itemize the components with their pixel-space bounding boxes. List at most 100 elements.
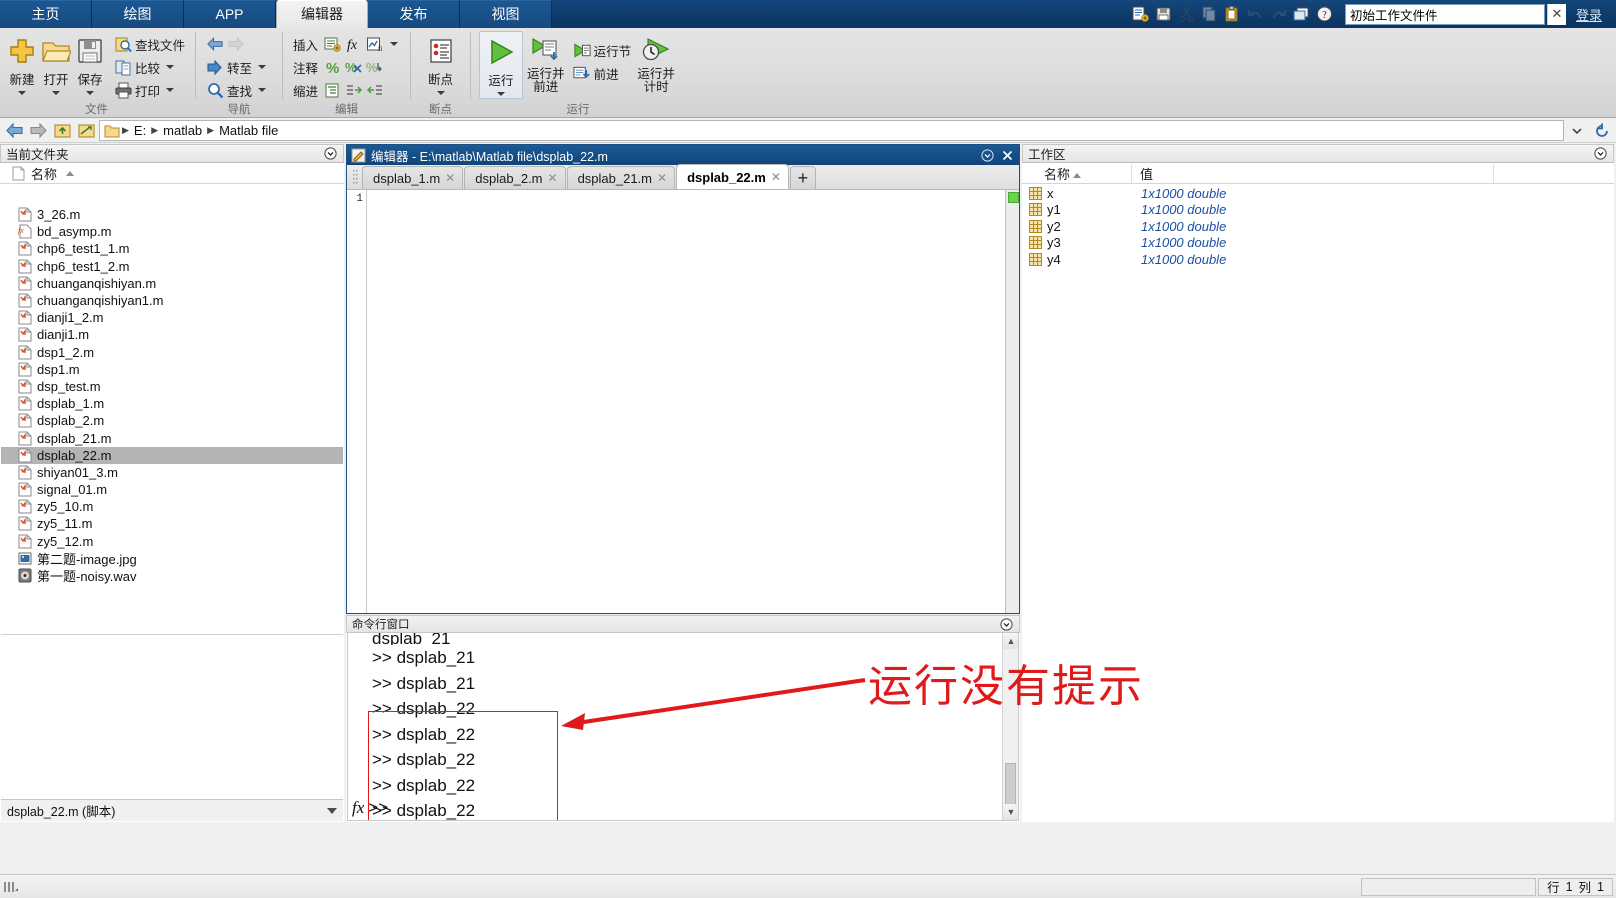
chevron-down-icon[interactable] bbox=[436, 91, 445, 95]
uncomment-icon[interactable]: % bbox=[345, 58, 363, 76]
chevron-down-icon[interactable] bbox=[1566, 121, 1588, 141]
up-folder-icon[interactable] bbox=[51, 121, 73, 141]
chevron-down-icon[interactable] bbox=[166, 65, 175, 69]
ribbon-tab-plot[interactable]: 绘图 bbox=[92, 0, 184, 28]
help-icon[interactable]: ? bbox=[1315, 5, 1335, 24]
chevron-down-icon[interactable] bbox=[258, 88, 267, 92]
table-row[interactable]: x 1x1000 double bbox=[1023, 185, 1613, 202]
insert-section-icon[interactable] bbox=[324, 35, 342, 53]
list-item[interactable]: chuanganqishiyan1.m bbox=[1, 292, 343, 309]
new-button[interactable]: 新建 bbox=[6, 31, 38, 95]
ribbon-tab-home[interactable]: 主页 bbox=[0, 0, 92, 28]
editor-tab-dsplab-21[interactable]: dsplab_21.m ✕ bbox=[566, 166, 676, 189]
resize-grip-icon[interactable] bbox=[0, 877, 22, 897]
save-button[interactable]: 保存 bbox=[74, 31, 106, 95]
ribbon-tab-view[interactable]: 视图 bbox=[460, 0, 552, 28]
editor-tab-dsplab-1[interactable]: dsplab_1.m ✕ bbox=[362, 166, 464, 189]
workspace-variable-list[interactable]: x 1x1000 double y1 1x1000 double y2 1x10… bbox=[1023, 185, 1613, 821]
login-link[interactable]: 登录 bbox=[1568, 5, 1610, 24]
comment-percent-icon[interactable]: % bbox=[324, 58, 342, 76]
tab-strip-grip[interactable] bbox=[352, 168, 359, 187]
close-icon[interactable] bbox=[1000, 148, 1015, 163]
editor-tab-dsplab-22[interactable]: dsplab_22.m ✕ bbox=[676, 164, 789, 189]
ribbon-tab-editor[interactable]: 编辑器 bbox=[276, 0, 368, 28]
close-icon[interactable]: ✕ bbox=[445, 171, 455, 185]
command-window-body[interactable]: dsplab_21 >> dsplab_21 >> dsplab_21 >> d… bbox=[347, 633, 1019, 821]
refresh-icon[interactable] bbox=[1591, 121, 1613, 141]
run-and-advance-button[interactable]: 运行并 前进 bbox=[525, 31, 567, 94]
list-item[interactable]: dsplab_2.m bbox=[1, 412, 343, 429]
find-button[interactable]: 查找 bbox=[204, 79, 268, 101]
list-item[interactable]: dsp1_2.m bbox=[1, 344, 343, 361]
chevron-down-icon[interactable] bbox=[52, 91, 60, 95]
list-item[interactable]: dsp1.m bbox=[1, 361, 343, 378]
code-health-indicator[interactable] bbox=[1008, 192, 1019, 203]
workspace-column-value[interactable]: 值 bbox=[1132, 163, 1494, 183]
panel-menu-icon[interactable] bbox=[980, 148, 995, 163]
compare-button[interactable]: 比较 bbox=[112, 56, 187, 78]
run-button[interactable]: 运行 bbox=[479, 31, 523, 99]
browse-folder-icon[interactable] bbox=[75, 121, 97, 141]
close-icon[interactable]: ✕ bbox=[657, 171, 667, 185]
chevron-down-icon[interactable] bbox=[86, 91, 94, 95]
list-item[interactable]: dianji1_2.m bbox=[1, 309, 343, 326]
indent-right-icon[interactable] bbox=[345, 81, 363, 99]
breadcrumb-matlab-file[interactable]: Matlab file bbox=[216, 123, 281, 138]
new-tab-button[interactable]: + bbox=[789, 166, 816, 189]
table-row[interactable]: y3 1x1000 double bbox=[1023, 235, 1613, 252]
list-item[interactable]: dsplab_1.m bbox=[1, 395, 343, 412]
close-icon[interactable]: ✕ bbox=[548, 171, 558, 185]
list-item[interactable]: 3_26.m bbox=[1, 206, 343, 223]
print-button[interactable]: 打印 bbox=[112, 79, 187, 101]
comment-row[interactable]: 注释 % % % bbox=[291, 56, 400, 78]
advance-button[interactable]: 前进 bbox=[571, 62, 634, 84]
indent-row[interactable]: 缩进 bbox=[291, 79, 400, 101]
panel-menu-icon[interactable] bbox=[1593, 146, 1608, 161]
forward-icon[interactable] bbox=[27, 121, 49, 141]
list-item[interactable]: 第二题-image.jpg bbox=[1, 550, 343, 567]
table-row[interactable]: y4 1x1000 double bbox=[1023, 251, 1613, 268]
list-item[interactable]: signal_01.m bbox=[1, 481, 343, 498]
ribbon-tab-app[interactable]: APP bbox=[184, 0, 276, 28]
table-row[interactable]: y1 1x1000 double bbox=[1023, 202, 1613, 219]
panel-menu-icon[interactable] bbox=[323, 146, 338, 161]
goto-button[interactable]: 转至 bbox=[204, 56, 268, 78]
scroll-up-icon[interactable]: ▲ bbox=[1003, 633, 1018, 649]
run-section-button[interactable]: 运行节 bbox=[571, 39, 634, 61]
new-script-icon[interactable] bbox=[1131, 5, 1151, 24]
editor-minimap[interactable] bbox=[1005, 190, 1019, 613]
close-icon[interactable]: ✕ bbox=[771, 170, 781, 184]
list-item[interactable]: chp6_test1_2.m bbox=[1, 258, 343, 275]
list-item[interactable]: fx bd_asymp.m bbox=[1, 223, 343, 240]
back-arrow-icon[interactable] bbox=[206, 35, 224, 53]
chevron-down-icon[interactable] bbox=[258, 65, 267, 69]
breadcrumb-drive[interactable]: E: bbox=[131, 123, 149, 138]
list-item[interactable]: dsp_test.m bbox=[1, 378, 343, 395]
paste-icon[interactable] bbox=[1223, 5, 1243, 24]
breadcrumb-matlab[interactable]: matlab bbox=[160, 123, 205, 138]
table-row[interactable]: y2 1x1000 double bbox=[1023, 218, 1613, 235]
run-and-time-button[interactable]: 运行并 计时 bbox=[635, 31, 677, 94]
command-prompt-row[interactable]: fx >> bbox=[348, 798, 388, 818]
quick-search-clear-button[interactable]: ✕ bbox=[1546, 3, 1566, 25]
smart-indent-icon[interactable] bbox=[324, 81, 342, 99]
editor-body[interactable]: 1 bbox=[347, 190, 1019, 613]
list-item[interactable]: zy5_11.m bbox=[1, 515, 343, 532]
chevron-down-icon[interactable] bbox=[327, 807, 337, 814]
chevron-down-icon[interactable] bbox=[390, 42, 399, 46]
back-icon[interactable] bbox=[3, 121, 25, 141]
save-icon[interactable] bbox=[1154, 5, 1174, 24]
workspace-column-name[interactable]: 名称 bbox=[1022, 163, 1132, 183]
find-files-button[interactable]: 查找文件 bbox=[112, 33, 187, 55]
list-item[interactable]: chuanganqishiyan.m bbox=[1, 275, 343, 292]
insert-row[interactable]: 插入 fx fi bbox=[291, 33, 400, 55]
editor-tab-dsplab-2[interactable]: dsplab_2.m ✕ bbox=[464, 166, 566, 189]
ribbon-tab-publish[interactable]: 发布 bbox=[368, 0, 460, 28]
chevron-down-icon[interactable] bbox=[166, 88, 175, 92]
list-item[interactable]: zy5_10.m bbox=[1, 498, 343, 515]
scroll-down-icon[interactable]: ▼ bbox=[1003, 804, 1018, 820]
chevron-down-icon[interactable] bbox=[496, 92, 505, 96]
indent-left-icon[interactable] bbox=[366, 81, 384, 99]
fx-icon[interactable]: fx bbox=[348, 798, 364, 818]
column-header-name[interactable]: 名称 bbox=[31, 164, 57, 183]
